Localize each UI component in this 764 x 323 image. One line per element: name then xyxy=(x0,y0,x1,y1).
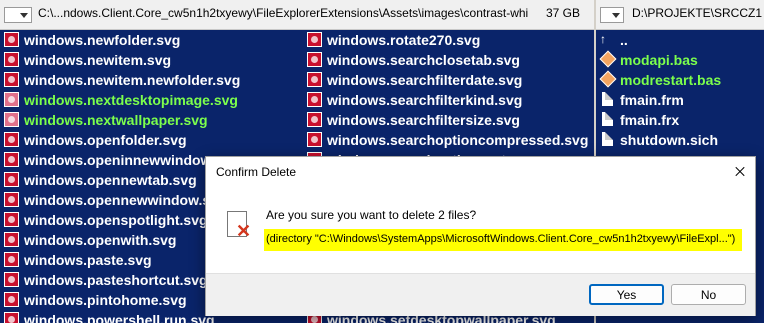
file-name: windows.pasteshortcut.svg xyxy=(24,272,208,288)
file-list-item[interactable]: fmain.frm xyxy=(596,90,764,110)
file-name: windows.nextdesktopimage.svg xyxy=(24,92,238,108)
svg-file-icon xyxy=(4,192,19,207)
left-path-bar: C:\...ndows.Client.Core_cw5n1h2txyewy\Fi… xyxy=(0,0,594,30)
dialog-directory: (directory "C:\Windows\SystemApps\Micros… xyxy=(266,233,736,245)
drive-selector-right[interactable] xyxy=(600,7,624,23)
file-name: fmain.frm xyxy=(620,92,684,108)
up-dir-icon: ↑ xyxy=(600,32,606,46)
no-button[interactable]: No xyxy=(671,284,746,305)
svg-file-icon xyxy=(4,232,19,247)
delete-file-icon: ✕ xyxy=(227,211,251,241)
file-list-item[interactable]: modrestart.bas xyxy=(596,70,764,90)
right-path-bar: D:\PROJEKTE\SRCCZ17\C xyxy=(596,0,764,30)
yes-button[interactable]: Yes xyxy=(589,284,664,305)
file-list-item[interactable]: windows.nextdesktopimage.svg xyxy=(0,90,300,110)
left-free-space: 37 GB xyxy=(546,6,581,20)
file-name: modapi.bas xyxy=(620,52,698,68)
svg-file-icon xyxy=(4,32,19,47)
svg-file-icon xyxy=(4,252,19,267)
svg-file-icon xyxy=(307,52,322,67)
file-name: windows.searchfiltersize.svg xyxy=(327,112,520,128)
file-name: windows.newfolder.svg xyxy=(24,32,181,48)
file-name: windows.searchfilterdate.svg xyxy=(327,72,523,88)
file-list-item[interactable]: ↑.. xyxy=(596,30,764,50)
svg-file-icon xyxy=(4,152,19,167)
document-icon xyxy=(602,92,613,106)
file-name: .. xyxy=(620,32,628,48)
svg-file-icon xyxy=(307,32,322,47)
file-column-right: ↑.. modapi.bas modrestart.bas fmain.frm fmai… xyxy=(596,30,764,150)
svg-file-icon xyxy=(4,92,19,107)
left-path[interactable]: C:\...ndows.Client.Core_cw5n1h2txyewy\Fi… xyxy=(38,6,528,20)
file-name: windows.nextwallpaper.svg xyxy=(24,112,208,128)
file-list-item[interactable]: modapi.bas xyxy=(596,50,764,70)
file-list-item[interactable]: windows.searchoptioncompressed.svg xyxy=(303,130,594,150)
svg-file-icon xyxy=(4,212,19,227)
file-name: windows.pintohome.svg xyxy=(24,292,187,308)
dialog-titlebar: Confirm Delete xyxy=(206,157,755,189)
file-name: windows.openfolder.svg xyxy=(24,132,187,148)
file-list-item[interactable]: windows.searchclosetab.svg xyxy=(303,50,594,70)
file-name: windows.rotate270.svg xyxy=(327,32,481,48)
document-icon xyxy=(602,112,613,126)
svg-file-icon xyxy=(4,172,19,187)
svg-file-icon xyxy=(307,112,322,127)
file-list-item[interactable]: windows.newfolder.svg xyxy=(0,30,300,50)
svg-file-icon xyxy=(4,272,19,287)
svg-file-icon xyxy=(4,52,19,67)
dialog-question: Are you sure you want to delete 2 files? xyxy=(266,208,477,222)
file-list-item[interactable]: windows.nextwallpaper.svg xyxy=(0,110,300,130)
document-icon xyxy=(602,132,613,146)
confirm-delete-dialog: Confirm Delete ✕ Are you sure you want t… xyxy=(205,156,756,316)
file-name: windows.openwith.svg xyxy=(24,232,177,248)
file-list-item[interactable]: windows.newitem.svg xyxy=(0,50,300,70)
file-list-item[interactable]: shutdown.sich xyxy=(596,130,764,150)
directory-highlight: (directory "C:\Windows\SystemApps\Micros… xyxy=(264,229,742,251)
svg-file-icon xyxy=(4,292,19,307)
file-list-item[interactable]: windows.searchfilterkind.svg xyxy=(303,90,594,110)
dialog-title: Confirm Delete xyxy=(216,165,297,179)
drive-selector-left[interactable] xyxy=(4,7,32,23)
file-name: windows.opennewtab.svg xyxy=(24,172,197,188)
file-list-item[interactable]: windows.rotate270.svg xyxy=(303,30,594,50)
close-icon[interactable] xyxy=(725,157,755,187)
file-name: windows.searchclosetab.svg xyxy=(327,52,520,68)
bas-file-icon xyxy=(599,50,617,68)
file-name: shutdown.sich xyxy=(620,132,718,148)
file-list-item[interactable]: fmain.frx xyxy=(596,110,764,130)
file-list-item[interactable]: windows.searchfilterdate.svg xyxy=(303,70,594,90)
file-name: windows.paste.svg xyxy=(24,252,152,268)
dialog-footer: Yes No xyxy=(206,273,755,316)
dialog-body: ✕ Are you sure you want to delete 2 file… xyxy=(206,189,755,273)
svg-file-icon xyxy=(307,72,322,87)
file-name: windows.newitem.newfolder.svg xyxy=(24,72,241,88)
right-path[interactable]: D:\PROJEKTE\SRCCZ17\C xyxy=(632,6,762,20)
file-name: windows.powershell.run.svg xyxy=(24,312,215,323)
file-name: windows.openspotlight.svg xyxy=(24,212,208,228)
file-list-item[interactable]: windows.newitem.newfolder.svg xyxy=(0,70,300,90)
file-name: windows.openinnewwindow.s xyxy=(24,152,223,168)
file-name: fmain.frx xyxy=(620,112,680,128)
svg-file-icon xyxy=(4,112,19,127)
svg-file-icon xyxy=(4,312,19,323)
svg-file-icon xyxy=(4,72,19,87)
file-name: windows.searchoptioncompressed.svg xyxy=(327,132,589,148)
svg-file-icon xyxy=(307,92,322,107)
file-name: windows.opennewwindow.sv xyxy=(24,192,218,208)
svg-file-icon xyxy=(4,132,19,147)
file-name: windows.searchfilterkind.svg xyxy=(327,92,523,108)
bas-file-icon xyxy=(599,70,617,88)
file-list-item[interactable]: windows.searchfiltersize.svg xyxy=(303,110,594,130)
svg-file-icon xyxy=(307,132,322,147)
file-name: windows.newitem.svg xyxy=(24,52,172,68)
file-name: modrestart.bas xyxy=(620,72,722,88)
file-list-item[interactable]: windows.openfolder.svg xyxy=(0,130,300,150)
